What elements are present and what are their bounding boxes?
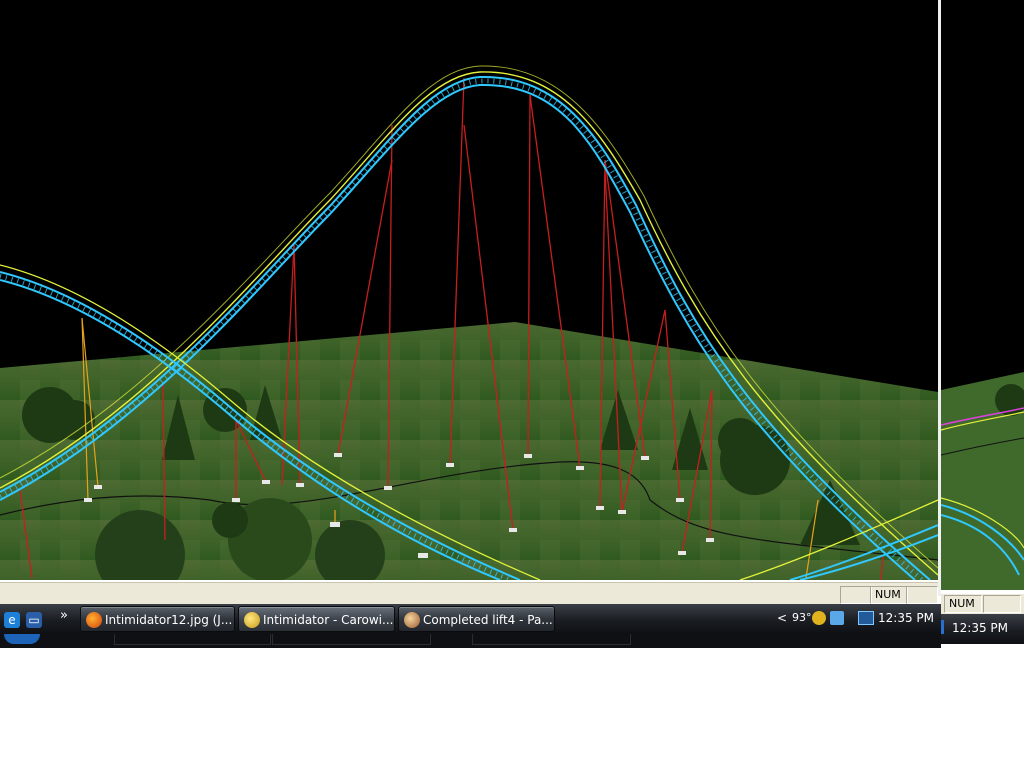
status-bar-secondary: NUM	[941, 594, 1024, 614]
quick-launch-overflow[interactable]: »	[60, 608, 68, 623]
taskbar: e ▭ » Intimidator12.jpg (J... Intimidato…	[0, 604, 941, 634]
coaster-3d-viewport[interactable]	[0, 0, 938, 580]
taskbar-button-label: Intimidator12.jpg (J...	[105, 613, 233, 627]
taskbar-secondary-clock[interactable]: 12:35 PM	[952, 621, 1008, 635]
taskbar-button-label: Completed lift4 - Pa...	[423, 613, 553, 627]
dropbox-icon[interactable]	[830, 611, 844, 625]
internet-explorer-icon[interactable]: e	[4, 612, 20, 628]
taskbar-button-label: Intimidator - Carowi...	[263, 613, 394, 627]
taskbar-secondary-edge	[941, 620, 944, 634]
network-icon[interactable]	[812, 611, 826, 625]
ghost-button-3	[472, 634, 631, 645]
status-pane-3	[906, 586, 938, 604]
monitor-icon[interactable]	[858, 611, 874, 625]
start-orb-fragment	[4, 634, 40, 644]
ghost-button-2	[272, 634, 431, 645]
show-desktop-icon[interactable]: ▭	[26, 612, 42, 628]
coaster-app-icon	[244, 612, 260, 628]
status-bar: NUM	[0, 582, 938, 605]
status-pane-num-secondary: NUM	[944, 595, 982, 613]
taskbar-secondary: 12:35 PM	[941, 614, 1024, 644]
status-pane-num: NUM	[870, 586, 908, 604]
secondary-scene	[941, 372, 1024, 590]
tray-temperature[interactable]: 93°	[792, 611, 812, 624]
taskbar-button-paint[interactable]: Completed lift4 - Pa...	[398, 606, 555, 632]
taskbar-shadow	[0, 634, 941, 648]
secondary-viewport[interactable]	[941, 0, 1024, 590]
status-pane-empty-secondary	[983, 595, 1021, 613]
paint-icon	[404, 612, 420, 628]
taskbar-clock[interactable]: 12:35 PM	[878, 611, 934, 625]
firefox-icon	[86, 612, 102, 628]
window-divider	[938, 0, 941, 596]
tray-expand-chevron[interactable]: <	[777, 611, 787, 625]
taskbar-button-coaster-app[interactable]: Intimidator - Carowi...	[238, 606, 395, 632]
ghost-button-1	[114, 634, 271, 645]
status-pane-1	[840, 586, 872, 604]
taskbar-button-firefox[interactable]: Intimidator12.jpg (J...	[80, 606, 235, 632]
coaster-scene	[0, 65, 938, 580]
